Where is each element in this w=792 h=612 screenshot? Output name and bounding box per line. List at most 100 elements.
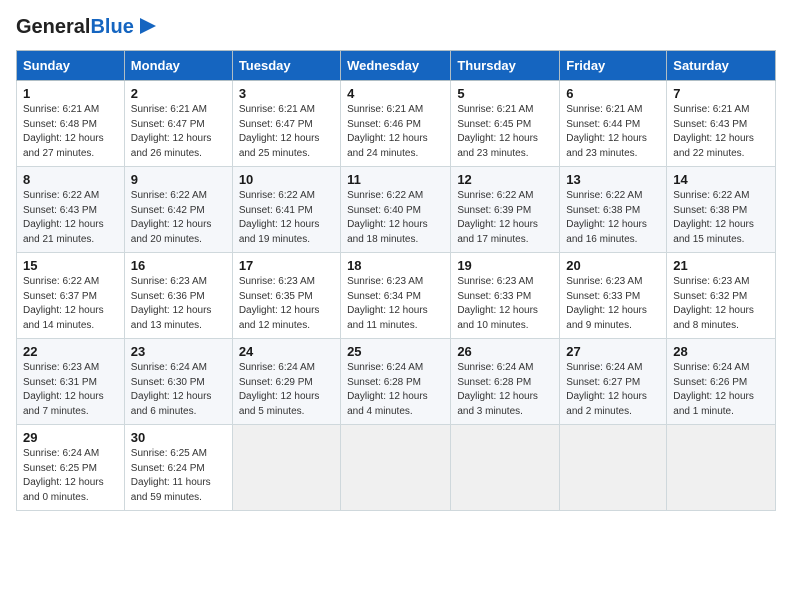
- calendar-cell: 5 Sunrise: 6:21 AM Sunset: 6:45 PM Daylig…: [451, 81, 560, 167]
- calendar-cell: [667, 425, 776, 511]
- page-header: GeneralBlue: [16, 16, 776, 38]
- calendar-cell: 1Sunrise: 6:21 AM Sunset: 6:48 PM Daylig…: [17, 81, 125, 167]
- day-of-week-header: Wednesday: [341, 51, 451, 81]
- day-info: Sunrise: 6:24 AM Sunset: 6:27 PM Dayligh…: [566, 361, 660, 419]
- logo: GeneralBlue: [16, 16, 158, 38]
- calendar-cell: 14 Sunrise: 6:22 AM Sunset: 6:38 PM Dayli…: [667, 167, 776, 253]
- day-of-week-header: Sunday: [17, 51, 125, 81]
- calendar-cell: 3 Sunrise: 6:21 AM Sunset: 6:47 PM Daylig…: [232, 81, 340, 167]
- calendar-cell: 7 Sunrise: 6:21 AM Sunset: 6:43 PM Daylig…: [667, 81, 776, 167]
- day-number: 24: [239, 344, 334, 359]
- day-number: 1: [23, 86, 118, 101]
- calendar-cell: 23 Sunrise: 6:24 AM Sunset: 6:30 PM Dayli…: [124, 339, 232, 425]
- calendar-cell: 13 Sunrise: 6:22 AM Sunset: 6:38 PM Dayli…: [560, 167, 667, 253]
- day-number: 16: [131, 258, 226, 273]
- day-info: Sunrise: 6:22 AM Sunset: 6:41 PM Dayligh…: [239, 189, 334, 247]
- day-info: Sunrise: 6:24 AM Sunset: 6:28 PM Dayligh…: [347, 361, 444, 419]
- day-number: 25: [347, 344, 444, 359]
- day-info: Sunrise: 6:24 AM Sunset: 6:30 PM Dayligh…: [131, 361, 226, 419]
- calendar-cell: [560, 425, 667, 511]
- day-number: 19: [457, 258, 553, 273]
- day-info: Sunrise: 6:23 AM Sunset: 6:34 PM Dayligh…: [347, 275, 444, 333]
- day-info: Sunrise: 6:22 AM Sunset: 6:42 PM Dayligh…: [131, 189, 226, 247]
- calendar-cell: 24 Sunrise: 6:24 AM Sunset: 6:29 PM Dayli…: [232, 339, 340, 425]
- day-number: 11: [347, 172, 444, 187]
- calendar-cell: 19 Sunrise: 6:23 AM Sunset: 6:33 PM Dayli…: [451, 253, 560, 339]
- day-of-week-header: Monday: [124, 51, 232, 81]
- day-info: Sunrise: 6:23 AM Sunset: 6:31 PM Dayligh…: [23, 361, 118, 419]
- calendar-cell: 29 Sunrise: 6:24 AM Sunset: 6:25 PM Dayli…: [17, 425, 125, 511]
- day-info: Sunrise: 6:25 AM Sunset: 6:24 PM Dayligh…: [131, 447, 226, 505]
- calendar-cell: [451, 425, 560, 511]
- calendar-cell: 11 Sunrise: 6:22 AM Sunset: 6:40 PM Dayli…: [341, 167, 451, 253]
- day-info: Sunrise: 6:21 AM Sunset: 6:46 PM Dayligh…: [347, 103, 444, 161]
- calendar-cell: 21 Sunrise: 6:23 AM Sunset: 6:32 PM Dayli…: [667, 253, 776, 339]
- day-number: 30: [131, 430, 226, 445]
- day-number: 27: [566, 344, 660, 359]
- calendar-cell: 16 Sunrise: 6:23 AM Sunset: 6:36 PM Dayli…: [124, 253, 232, 339]
- day-info: Sunrise: 6:22 AM Sunset: 6:38 PM Dayligh…: [566, 189, 660, 247]
- day-number: 3: [239, 86, 334, 101]
- day-of-week-header: Saturday: [667, 51, 776, 81]
- calendar-cell: 26 Sunrise: 6:24 AM Sunset: 6:28 PM Dayli…: [451, 339, 560, 425]
- calendar-cell: 8 Sunrise: 6:22 AM Sunset: 6:43 PM Daylig…: [17, 167, 125, 253]
- day-info: Sunrise: 6:21 AM Sunset: 6:47 PM Dayligh…: [239, 103, 334, 161]
- calendar-cell: 27 Sunrise: 6:24 AM Sunset: 6:27 PM Dayli…: [560, 339, 667, 425]
- day-info: Sunrise: 6:23 AM Sunset: 6:36 PM Dayligh…: [131, 275, 226, 333]
- day-number: 22: [23, 344, 118, 359]
- day-of-week-header: Tuesday: [232, 51, 340, 81]
- day-of-week-header: Friday: [560, 51, 667, 81]
- day-number: 7: [673, 86, 769, 101]
- calendar-cell: 25 Sunrise: 6:24 AM Sunset: 6:28 PM Dayli…: [341, 339, 451, 425]
- day-number: 20: [566, 258, 660, 273]
- calendar-cell: 20 Sunrise: 6:23 AM Sunset: 6:33 PM Dayli…: [560, 253, 667, 339]
- calendar-cell: [341, 425, 451, 511]
- calendar-table: SundayMondayTuesdayWednesdayThursdayFrid…: [16, 50, 776, 511]
- calendar-cell: 2 Sunrise: 6:21 AM Sunset: 6:47 PM Daylig…: [124, 81, 232, 167]
- day-info: Sunrise: 6:24 AM Sunset: 6:26 PM Dayligh…: [673, 361, 769, 419]
- calendar-cell: 10Sunrise: 6:22 AM Sunset: 6:41 PM Dayli…: [232, 167, 340, 253]
- day-number: 14: [673, 172, 769, 187]
- day-info: Sunrise: 6:21 AM Sunset: 6:45 PM Dayligh…: [457, 103, 553, 161]
- day-number: 17: [239, 258, 334, 273]
- day-number: 15: [23, 258, 118, 273]
- calendar-cell: 30 Sunrise: 6:25 AM Sunset: 6:24 PM Dayli…: [124, 425, 232, 511]
- day-info: Sunrise: 6:22 AM Sunset: 6:38 PM Dayligh…: [673, 189, 769, 247]
- day-info: Sunrise: 6:23 AM Sunset: 6:33 PM Dayligh…: [457, 275, 553, 333]
- day-number: 26: [457, 344, 553, 359]
- logo-flag-icon: [136, 16, 158, 38]
- day-info: Sunrise: 6:21 AM Sunset: 6:47 PM Dayligh…: [131, 103, 226, 161]
- day-number: 2: [131, 86, 226, 101]
- day-info: Sunrise: 6:22 AM Sunset: 6:39 PM Dayligh…: [457, 189, 553, 247]
- day-info: Sunrise: 6:23 AM Sunset: 6:35 PM Dayligh…: [239, 275, 334, 333]
- calendar-cell: 12Sunrise: 6:22 AM Sunset: 6:39 PM Dayli…: [451, 167, 560, 253]
- calendar-cell: 9 Sunrise: 6:22 AM Sunset: 6:42 PM Daylig…: [124, 167, 232, 253]
- day-info: Sunrise: 6:24 AM Sunset: 6:29 PM Dayligh…: [239, 361, 334, 419]
- calendar-cell: 6 Sunrise: 6:21 AM Sunset: 6:44 PM Daylig…: [560, 81, 667, 167]
- calendar-cell: 4 Sunrise: 6:21 AM Sunset: 6:46 PM Daylig…: [341, 81, 451, 167]
- day-number: 23: [131, 344, 226, 359]
- day-number: 21: [673, 258, 769, 273]
- calendar-cell: [232, 425, 340, 511]
- day-number: 13: [566, 172, 660, 187]
- day-info: Sunrise: 6:24 AM Sunset: 6:25 PM Dayligh…: [23, 447, 118, 505]
- day-info: Sunrise: 6:22 AM Sunset: 6:43 PM Dayligh…: [23, 189, 118, 247]
- day-number: 18: [347, 258, 444, 273]
- calendar-cell: 22 Sunrise: 6:23 AM Sunset: 6:31 PM Dayli…: [17, 339, 125, 425]
- day-info: Sunrise: 6:23 AM Sunset: 6:32 PM Dayligh…: [673, 275, 769, 333]
- day-number: 5: [457, 86, 553, 101]
- day-number: 29: [23, 430, 118, 445]
- day-number: 4: [347, 86, 444, 101]
- day-number: 9: [131, 172, 226, 187]
- calendar-cell: 17 Sunrise: 6:23 AM Sunset: 6:35 PM Dayli…: [232, 253, 340, 339]
- day-number: 8: [23, 172, 118, 187]
- day-number: 6: [566, 86, 660, 101]
- day-info: Sunrise: 6:23 AM Sunset: 6:33 PM Dayligh…: [566, 275, 660, 333]
- calendar-cell: 15 Sunrise: 6:22 AM Sunset: 6:37 PM Dayli…: [17, 253, 125, 339]
- day-info: Sunrise: 6:22 AM Sunset: 6:40 PM Dayligh…: [347, 189, 444, 247]
- day-info: Sunrise: 6:24 AM Sunset: 6:28 PM Dayligh…: [457, 361, 553, 419]
- day-info: Sunrise: 6:21 AM Sunset: 6:44 PM Dayligh…: [566, 103, 660, 161]
- day-info: Sunrise: 6:21 AM Sunset: 6:43 PM Dayligh…: [673, 103, 769, 161]
- day-info: Sunrise: 6:22 AM Sunset: 6:37 PM Dayligh…: [23, 275, 118, 333]
- calendar-cell: 28Sunrise: 6:24 AM Sunset: 6:26 PM Dayli…: [667, 339, 776, 425]
